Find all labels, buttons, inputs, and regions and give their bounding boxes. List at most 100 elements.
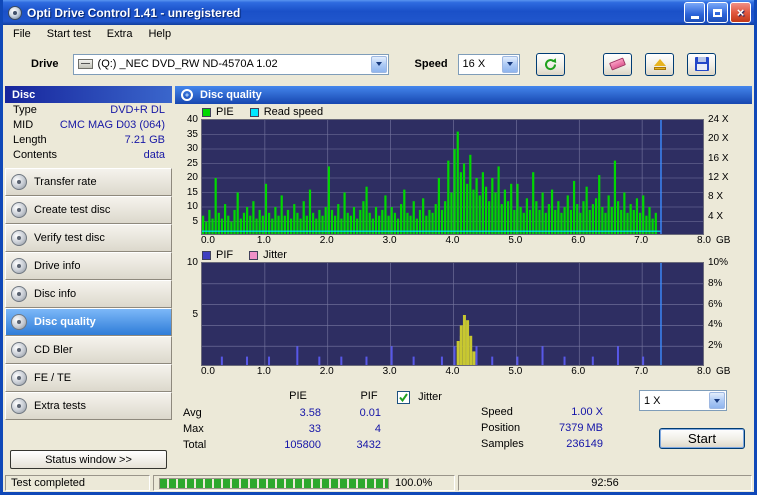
sidebar: Disc Type DVD+R DL MID CMC MAG D03 (064) L… [3, 84, 173, 474]
y-axis-tick: 4 X [708, 210, 724, 222]
sidebar-item-label: Drive info [34, 260, 81, 272]
cd-bler-icon [11, 342, 27, 358]
x-axis-tick: 5.0 [508, 235, 523, 246]
chevron-down-icon [714, 398, 720, 403]
drive-select[interactable]: (Q:) _NEC DVD_RW ND-4570A 1.02 [72, 53, 389, 75]
sidebar-item-disc-info[interactable]: Disc info [5, 280, 172, 308]
disc-info-row: MID CMC MAG D03 (064) [5, 118, 172, 133]
y-axis-tick: 5 [192, 215, 198, 227]
avg-pie-value: 3.58 [299, 407, 321, 419]
pie-chart-legend: PIE Read speed [175, 105, 752, 119]
sidebar-item-label: Disc quality [34, 316, 96, 328]
jitter-legend-label: Jitter [263, 249, 287, 261]
sidebar-item-create-test-disc[interactable]: Create test disc [5, 196, 172, 224]
samples-stat-label: Samples [481, 438, 524, 450]
maximize-button[interactable] [707, 2, 728, 23]
drive-select-arrow[interactable] [370, 55, 387, 73]
x-axis-tick: 3.0 [382, 235, 397, 246]
disc-contents-label: Contents [13, 149, 58, 161]
x-axis-tick: 3.0 [382, 366, 397, 377]
y-axis-tick: 10 [186, 201, 198, 212]
sidebar-item-transfer-rate[interactable]: Transfer rate [5, 168, 172, 196]
drive-icon [77, 59, 93, 69]
app-window: Opti Drive Control 1.41 - unregistered ×… [0, 0, 757, 495]
sidebar-item-label: CD Bler [34, 344, 73, 356]
menu-start-test[interactable]: Start test [39, 25, 99, 44]
x-axis-tick: 6.0 [571, 235, 586, 246]
close-button[interactable]: × [730, 2, 751, 23]
fe-te-icon [11, 370, 27, 386]
y-axis-tick: 12 X [708, 172, 729, 183]
menu-bar: File Start test Extra Help [3, 25, 754, 44]
pif-chart-canvas [201, 262, 704, 366]
window-title: Opti Drive Control 1.41 - unregistered [27, 5, 241, 20]
erase-disc-button[interactable] [603, 52, 632, 76]
main-panel: Disc quality PIE Read speed 5 10 15 20 25 30 3… [173, 84, 754, 474]
x-axis-tick: 2.0 [319, 235, 334, 246]
x-axis-unit: GB [716, 366, 731, 377]
sidebar-item-verify-test-disc[interactable]: Verify test disc [5, 224, 172, 252]
test-speed-select-value: 1 X [644, 394, 661, 407]
disc-length-label: Length [13, 134, 47, 146]
jitter-checkbox[interactable] [397, 391, 410, 404]
sidebar-item-label: FE / TE [34, 372, 72, 384]
jitter-legend-swatch [249, 250, 259, 260]
speed-stat-label: Speed [481, 406, 513, 418]
eject-button[interactable] [645, 52, 674, 76]
extra-tests-icon [11, 398, 27, 414]
sidebar-item-cd-bler[interactable]: CD Bler [5, 336, 172, 364]
pie-legend-label: PIE [216, 106, 234, 118]
menu-help[interactable]: Help [140, 25, 179, 44]
pif-chart-y-axis-right: 2% 4% 6% 8% 10% [704, 257, 748, 366]
progress-cell: 100.0% [153, 475, 455, 491]
menu-extra[interactable]: Extra [99, 25, 141, 44]
y-axis-tick: 24 X [708, 114, 729, 125]
start-button[interactable]: Start [659, 428, 745, 449]
x-axis-tick: 5.0 [508, 366, 523, 377]
pie-legend-swatch [202, 107, 211, 117]
test-speed-select-arrow[interactable] [709, 392, 725, 409]
chevron-down-icon [375, 62, 382, 66]
x-axis-tick: 8.0 [697, 366, 711, 377]
app-icon [8, 5, 22, 20]
disc-panel-header: Disc [5, 86, 172, 103]
sidebar-item-disc-quality[interactable]: Disc quality [5, 308, 172, 336]
disc-quality-icon [11, 314, 27, 330]
sidebar-item-drive-info[interactable]: Drive info [5, 252, 172, 280]
disc-info-row: Type DVD+R DL [5, 103, 172, 118]
refresh-button[interactable] [535, 52, 565, 76]
y-axis-tick: 25 [186, 157, 198, 169]
max-row-label: Max [183, 423, 204, 435]
speed-select[interactable]: 16 X [457, 53, 520, 75]
title-bar: Opti Drive Control 1.41 - unregistered × [3, 0, 754, 25]
speed-select-arrow[interactable] [501, 55, 518, 73]
save-button[interactable] [687, 52, 716, 76]
sidebar-item-label: Transfer rate [34, 176, 97, 188]
sidebar-item-label: Create test disc [34, 204, 111, 216]
minimize-icon [690, 16, 699, 19]
pif-legend-label: PIF [216, 249, 234, 261]
eraser-icon [609, 57, 626, 71]
sidebar-item-fe-te[interactable]: FE / TE [5, 364, 172, 392]
refresh-icon [544, 57, 556, 70]
transfer-rate-icon [11, 174, 27, 190]
y-axis-tick: 2% [708, 340, 723, 352]
avg-pif-value: 0.01 [359, 407, 381, 419]
y-axis-tick: 35 [186, 128, 198, 140]
menu-file[interactable]: File [5, 25, 39, 44]
elapsed-time: 92:56 [458, 475, 752, 491]
drive-label: Drive [31, 58, 59, 70]
pif-chart-legend: PIF Jitter [175, 248, 752, 262]
sidebar-buttons: Transfer rate Create test disc Verify te… [5, 168, 172, 420]
sidebar-item-extra-tests[interactable]: Extra tests [5, 392, 172, 420]
status-window-button[interactable]: Status window >> [10, 450, 167, 469]
pif-legend-swatch [202, 250, 211, 260]
disc-quality-header: Disc quality [175, 86, 752, 104]
pie-chart-y-axis-left: 5 10 15 20 25 30 35 40 [175, 114, 201, 235]
disc-type-value: DVD+R DL [110, 104, 165, 116]
test-speed-select[interactable]: 1 X [639, 390, 727, 411]
pie-chart: 5 10 15 20 25 30 35 40 4 X 8 X 12 X 16 X 20 X 24 X [175, 114, 752, 235]
minimize-button[interactable] [684, 2, 705, 23]
y-axis-tick: 15 [186, 186, 198, 198]
x-axis-tick: 7.0 [634, 366, 649, 377]
